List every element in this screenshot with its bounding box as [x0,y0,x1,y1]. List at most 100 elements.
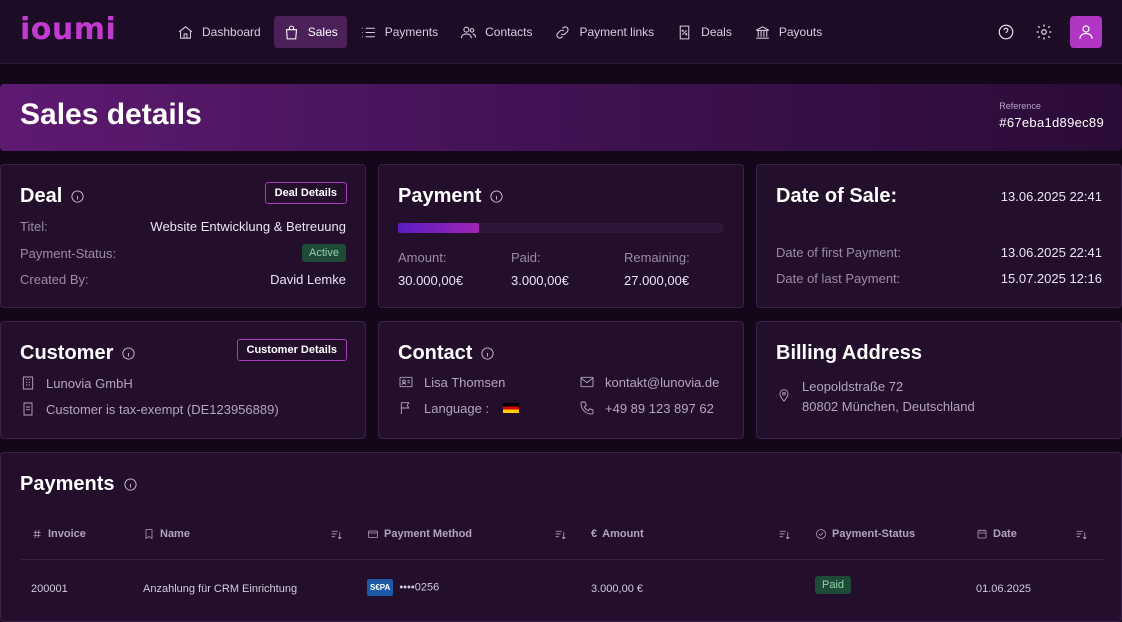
sort-name-button[interactable] [330,528,343,544]
paid-value: 3.000,00€ [511,273,569,288]
deal-created-row: Created By: David Lemke [20,272,346,287]
column-name[interactable]: Name [143,528,190,540]
info-icon[interactable] [121,346,136,361]
sort-icon [779,530,790,540]
sort-amount-button[interactable] [778,528,791,544]
billing-title: Billing Address [776,342,922,364]
reference-label: Reference [999,101,1041,111]
nav-payouts-label: Payouts [778,25,823,39]
customer-details-button[interactable]: Customer Details [236,339,347,361]
column-payment-status[interactable]: Payment-Status [815,528,915,540]
column-amount[interactable]: € Amount [591,528,644,540]
payment-title: Payment [398,185,504,208]
deal-titel-value: Website Entwicklung & Betreuung [150,219,346,234]
date-of-sale-title: Date of Sale: [776,185,898,207]
nav-dashboard[interactable]: Dashboard [168,16,270,48]
payment-remaining: Remaining: 27.000,00€ [624,250,690,288]
deal-details-button[interactable]: Deal Details [264,182,347,204]
date-of-sale-value: 13.06.2025 22:41 [1000,189,1102,204]
deal-title: Deal [20,185,85,208]
settings-button[interactable] [1032,20,1056,44]
deal-status-label: Payment-Status: [20,245,117,261]
payment-card: Payment Amount: 30.000,00€ Paid: 3.000,0… [378,164,744,308]
user-avatar-button[interactable] [1070,16,1102,48]
column-status-label: Payment-Status [832,528,916,540]
table-row[interactable]: 200001 Anzahlung für CRM Einrichtung S€P… [21,576,1103,601]
amount-value: 30.000,00€ [398,273,464,288]
deal-titel-label: Titel: [20,219,48,234]
amount-label: Amount: [398,250,447,265]
info-icon[interactable] [480,346,495,361]
payments-card: Payments Invoice Name Payment Method € A… [0,452,1122,622]
info-icon[interactable] [123,477,138,492]
customer-company: Lunovia GmbH [46,375,133,391]
table-header: Invoice Name Payment Method € Amount Pay… [21,520,1103,560]
reference: Reference #67eba1d89ec89 [999,101,1104,130]
sepa-logo-icon: S€PA [367,579,394,596]
id-card-icon [399,376,413,388]
german-flag-icon [503,403,520,413]
payment-progress-bar [398,223,723,233]
deal-titel-row: Titel: Website Entwicklung & Betreuung [20,219,346,234]
contact-phone[interactable]: +49 89 123 897 62 [605,401,714,416]
map-pin-icon [779,389,789,402]
main-nav: Dashboard Sales Payments Contacts Paymen… [168,16,831,48]
first-payment-row: Date of first Payment: 13.06.2025 22:41 [776,245,1102,260]
deal-title-text: Deal [20,185,63,207]
column-invoice[interactable]: Invoice [31,528,86,540]
payment-progress-fill [398,223,480,233]
help-button[interactable] [994,20,1018,44]
row-status: Paid [815,576,852,594]
nav-payment-links[interactable]: Payment links [545,16,663,48]
deal-created-label: Created By: [20,272,89,287]
sort-icon [1076,530,1087,540]
app-logo[interactable]: ioumi [20,12,116,47]
row-amount: 3.000,00 € [591,583,643,595]
customer-company-row: Lunovia GmbH [20,375,133,391]
contact-language-row: Language : [398,400,520,416]
nav-deals[interactable]: Deals [667,16,741,48]
row-method-mask: ••••0256 [399,581,440,594]
nav-contacts[interactable]: Contacts [451,16,541,48]
status-badge: Active [302,244,346,262]
info-icon[interactable] [70,189,85,204]
top-navigation-bar: ioumi Dashboard Sales Payments Contacts … [0,0,1122,64]
help-icon [998,24,1014,40]
column-invoice-label: Invoice [48,528,86,540]
contact-title: Contact [398,342,495,365]
link-icon [556,25,570,39]
nav-sales[interactable]: Sales [273,16,347,48]
deal-card: Deal Deal Details Titel: Website Entwick… [0,164,366,308]
contact-title-text: Contact [398,342,473,364]
deal-status-row: Payment-Status: Active [20,244,346,262]
contact-phone-row: +49 89 123 897 62 [579,400,714,416]
billing-line2: 80802 München, Deutschland [802,399,975,414]
paid-label: Paid: [511,250,541,265]
nav-payouts[interactable]: Payouts [745,16,831,48]
row-invoice: 200001 [31,583,68,595]
calendar-icon [977,529,987,539]
hash-icon [33,529,41,539]
sort-method-button[interactable] [554,528,567,544]
column-payment-method[interactable]: Payment Method [367,528,472,540]
contact-email[interactable]: kontakt@lunovia.de [605,375,719,390]
page-header: Sales details Reference #67eba1d89ec89 [0,84,1122,151]
list-icon [361,27,375,37]
payment-title-text: Payment [398,185,482,207]
contact-name-row: Lisa Thomsen [398,374,505,390]
info-icon[interactable] [489,189,504,204]
nav-dashboard-label: Dashboard [202,25,261,39]
receipt-icon [23,402,33,416]
first-payment-label: Date of first Payment: [776,245,901,260]
customer-card: Customer Customer Details Lunovia GmbH C… [0,321,366,439]
nav-payments[interactable]: Payments [351,16,447,48]
payments-title-text: Payments [20,473,115,495]
sort-date-button[interactable] [1075,528,1088,544]
nav-sales-label: Sales [307,25,338,39]
nav-deals-label: Deals [701,25,732,39]
gear-icon [1036,24,1052,40]
column-date[interactable]: Date [976,528,1017,540]
billing-line1: Leopoldstraße 72 [802,379,904,394]
remaining-label: Remaining: [624,250,690,265]
flag-icon [400,402,410,414]
